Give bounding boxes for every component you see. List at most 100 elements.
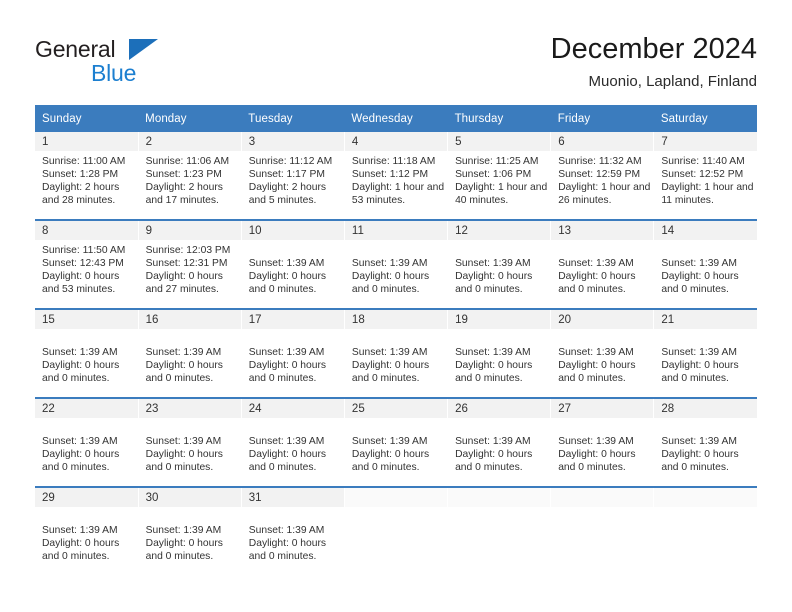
calendar-day[interactable]: 23 Sunset: 1:39 AM Daylight: 0 hours and 0…: [138, 399, 241, 486]
daylight-text-line2: and 0 minutes.: [248, 283, 317, 295]
sunset-text: Sunset: 1:39 AM: [351, 435, 428, 447]
sunrise-placeholder: [455, 334, 544, 347]
calendar-day[interactable]: 27 Sunset: 1:39 AM Daylight: 0 hours and 0…: [551, 399, 654, 486]
day-details: Sunset: 1:39 AM Daylight: 0 hours and 0 mi…: [345, 329, 447, 386]
calendar-day[interactable]: 8 Sunrise: 11:50 AM Sunset: 12:43 PM Daylig…: [35, 221, 138, 308]
day-number: 15: [35, 310, 138, 329]
sunrise-placeholder: [558, 334, 647, 347]
calendar-day-empty: [654, 488, 757, 575]
sunrise-text: Sunrise: 11:12 AM: [248, 156, 333, 167]
daylight-text-line1: Daylight: 2 hours: [145, 181, 223, 193]
sunrise-text: Sunrise: 11:00 AM: [42, 156, 126, 167]
calendar-day[interactable]: 12 Sunset: 1:39 AM Daylight: 0 hours and 0…: [448, 221, 551, 308]
calendar-day[interactable]: 29 Sunset: 1:39 AM Daylight: 0 hours and 0…: [35, 488, 138, 575]
day-details: Sunset: 1:39 AM Daylight: 0 hours and 0 mi…: [242, 329, 344, 386]
calendar-day-cell: 22 Sunset: 1:39 AM Daylight: 0 hours and 0…: [35, 397, 139, 487]
calendar-day[interactable]: 7 Sunrise: 11:40 AM Sunset: 12:52 PM Daylig…: [654, 132, 757, 219]
calendar-day[interactable]: 16 Sunset: 1:39 AM Daylight: 0 hours and 0…: [138, 310, 241, 397]
day-number: 29: [35, 488, 138, 507]
daylight-text-line2: and 27 minutes.: [145, 283, 219, 295]
sunrise-placeholder: [146, 512, 235, 525]
calendar-day-cell: 20 Sunset: 1:39 AM Daylight: 0 hours and 0…: [550, 308, 655, 398]
calendar-day-cell: 12 Sunset: 1:39 AM Daylight: 0 hours and 0…: [447, 219, 552, 309]
sunrise-placeholder: [146, 423, 235, 436]
daylight-text-line2: 26 minutes.: [558, 194, 612, 206]
calendar-day-cell: 8 Sunrise: 11:50 AM Sunset: 12:43 PM Daylig…: [35, 219, 139, 309]
calendar-day[interactable]: 25 Sunset: 1:39 AM Daylight: 0 hours and 0…: [344, 399, 448, 486]
day-number: 1: [35, 132, 138, 151]
calendar-day[interactable]: 13 Sunset: 1:39 AM Daylight: 0 hours and 0…: [551, 221, 654, 308]
calendar-day[interactable]: 20 Sunset: 1:39 AM Daylight: 0 hours and 0…: [551, 310, 654, 397]
calendar-day-cell: 27 Sunset: 1:39 AM Daylight: 0 hours and 0…: [550, 397, 655, 487]
calendar-day[interactable]: 26 Sunset: 1:39 AM Daylight: 0 hours and 0…: [448, 399, 551, 486]
day-number: 11: [344, 221, 448, 240]
calendar-day-cell: 14 Sunset: 1:39 AM Daylight: 0 hours and 0…: [653, 219, 757, 309]
calendar-day[interactable]: 6 Sunrise: 11:32 AM Sunset: 12:59 PM Daylig…: [551, 132, 654, 219]
daylight-text-line2: and 0 minutes.: [455, 461, 523, 473]
daylight-text-line1: Daylight: 0 hours: [455, 359, 533, 371]
calendar-day-cell: 17 Sunset: 1:39 AM Daylight: 0 hours and 0…: [241, 308, 345, 398]
sunrise-text: Sunrise: 11:06 AM: [145, 156, 230, 167]
calendar-day[interactable]: 10 Sunset: 1:39 AM Daylight: 0 hours and 0…: [241, 221, 344, 308]
calendar-day[interactable]: 14 Sunset: 1:39 AM Daylight: 0 hours and 0…: [654, 221, 757, 308]
day-number: 6: [551, 132, 654, 151]
calendar-table: Sunday Monday Tuesday Wednesday Thursday…: [35, 105, 757, 575]
day-number: 28: [654, 399, 757, 418]
sunset-text: Sunset: 1:39 AM: [145, 524, 222, 536]
sunset-text: Sunset: 1:12 PM: [351, 168, 429, 180]
calendar-day-cell: 25 Sunset: 1:39 AM Daylight: 0 hours and 0…: [344, 397, 449, 487]
calendar-day[interactable]: 4 Sunrise: 11:18 AM Sunset: 1:12 PM Dayligh…: [344, 132, 448, 219]
sunset-text: Sunset: 1:39 AM: [248, 435, 325, 447]
daylight-text-line1: Daylight: 0 hours: [145, 448, 223, 460]
calendar-day[interactable]: 2 Sunrise: 11:06 AM Sunset: 1:23 PM Dayligh…: [138, 132, 241, 219]
calendar-day-cell: 9 Sunrise: 12:03 PM Sunset: 12:31 PM Daylig…: [138, 219, 242, 309]
daylight-text-line1: Daylight: 0 hours: [455, 270, 533, 282]
sunrise-placeholder: [249, 512, 338, 525]
calendar-day[interactable]: 28 Sunset: 1:39 AM Daylight: 0 hours and 0…: [654, 399, 757, 486]
day-number: [448, 488, 551, 507]
day-number: 25: [344, 399, 448, 418]
calendar-day[interactable]: 21 Sunset: 1:39 AM Daylight: 0 hours and 0…: [654, 310, 757, 397]
day-number: 2: [138, 132, 241, 151]
day-details: Sunset: 1:39 AM Daylight: 0 hours and 0 mi…: [345, 418, 447, 475]
sunset-text: Sunset: 1:39 AM: [248, 524, 325, 536]
title-block: December 2024 Muonio, Lapland, Finland: [551, 32, 757, 92]
calendar-day[interactable]: 30 Sunset: 1:39 AM Daylight: 0 hours and 0…: [138, 488, 241, 575]
daylight-text-line2: and 0 minutes.: [145, 550, 214, 562]
day-details: Sunset: 1:39 AM Daylight: 0 hours and 0 mi…: [35, 418, 138, 475]
day-number: 24: [241, 399, 344, 418]
calendar-day-empty: [448, 488, 551, 575]
weekday-header-monday: Monday: [138, 105, 242, 132]
daylight-text-line1: Daylight: 0 hours: [661, 359, 739, 371]
sunset-text: Sunset: 1:39 AM: [248, 257, 325, 269]
calendar-day[interactable]: 5 Sunrise: 11:25 AM Sunset: 1:06 PM Dayligh…: [448, 132, 551, 219]
calendar-day[interactable]: 11 Sunset: 1:39 AM Daylight: 0 hours and 0…: [344, 221, 448, 308]
brand-logo[interactable]: General Blue: [35, 36, 265, 94]
sunset-text: Sunset: 1:39 AM: [661, 346, 737, 358]
calendar-day[interactable]: 15 Sunset: 1:39 AM Daylight: 0 hours and 0…: [35, 310, 138, 397]
calendar-day[interactable]: 19 Sunset: 1:39 AM Daylight: 0 hours and 0…: [448, 310, 551, 397]
calendar-day[interactable]: 1 Sunrise: 11:00 AM Sunset: 1:28 PM Dayligh…: [35, 132, 138, 219]
day-details: Sunset: 1:39 AM Daylight: 0 hours and 0 mi…: [345, 240, 447, 297]
calendar-day[interactable]: 3 Sunrise: 11:12 AM Sunset: 1:17 PM Dayligh…: [241, 132, 344, 219]
day-number: 18: [344, 310, 448, 329]
calendar-day[interactable]: 22 Sunset: 1:39 AM Daylight: 0 hours and 0…: [35, 399, 138, 486]
day-details: Sunrise: 11:06 AM Sunset: 1:23 PM Daylight…: [139, 151, 241, 208]
day-number: 22: [35, 399, 138, 418]
day-number: 8: [35, 221, 138, 240]
calendar-day[interactable]: 24 Sunset: 1:39 AM Daylight: 0 hours and 0…: [241, 399, 344, 486]
day-details: Sunset: 1:39 AM Daylight: 0 hours and 0 mi…: [242, 507, 344, 564]
sunset-text: Sunset: 1:39 AM: [248, 346, 325, 358]
calendar-day[interactable]: 17 Sunset: 1:39 AM Daylight: 0 hours and 0…: [241, 310, 344, 397]
day-details: Sunset: 1:39 AM Daylight: 0 hours and 0 mi…: [551, 240, 653, 297]
calendar-day-cell: 3 Sunrise: 11:12 AM Sunset: 1:17 PM Dayligh…: [241, 132, 345, 220]
daylight-text-line2: and 0 minutes.: [145, 372, 214, 384]
daylight-text-line1: Daylight: 2 hours: [42, 181, 120, 193]
sunset-text: Sunset: 1:39 AM: [455, 346, 531, 358]
daylight-text-line1: Daylight: 0 hours: [558, 270, 636, 282]
calendar-day[interactable]: 31 Sunset: 1:39 AM Daylight: 0 hours and 0…: [241, 488, 344, 575]
calendar-day-cell: 24 Sunset: 1:39 AM Daylight: 0 hours and 0…: [241, 397, 345, 487]
calendar-day[interactable]: 9 Sunrise: 12:03 PM Sunset: 12:31 PM Daylig…: [138, 221, 241, 308]
calendar-day[interactable]: 18 Sunset: 1:39 AM Daylight: 0 hours and 0…: [344, 310, 448, 397]
calendar-day-cell: 10 Sunset: 1:39 AM Daylight: 0 hours and 0…: [241, 219, 345, 309]
